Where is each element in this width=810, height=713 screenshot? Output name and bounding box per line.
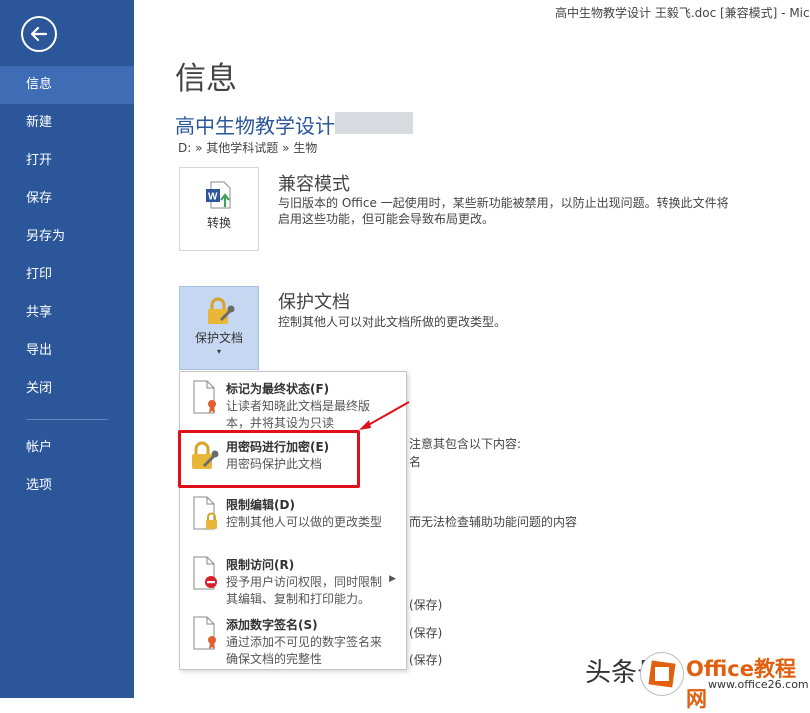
menu-item-desc: 通过添加不可见的数字签名来: [226, 635, 383, 649]
document-ribbon-icon: [193, 380, 216, 414]
nav-item-options[interactable]: 选项: [0, 467, 134, 505]
nav-item-save-as[interactable]: 另存为: [0, 218, 134, 256]
back-button[interactable]: [21, 16, 57, 52]
svg-text:W: W: [208, 192, 218, 203]
menu-item-title: 限制编辑(D): [226, 498, 295, 512]
protect-document-label: 保护文档: [194, 331, 243, 345]
inspect-text-2: 名: [409, 455, 422, 469]
version-text-1: (保存): [409, 598, 443, 612]
submenu-arrow-icon: ▶: [389, 574, 396, 584]
convert-button[interactable]: W 转换: [179, 167, 259, 251]
backstage-sidebar: 信息 新建 打开 保存 另存为 打印 共享 导出 关闭 帐户 选项: [0, 0, 134, 698]
nav-item-account[interactable]: 帐户: [0, 429, 134, 467]
document-path: D: » 其他学科试题 » 生物: [178, 141, 318, 155]
nav-item-close[interactable]: 关闭: [0, 370, 134, 408]
menu-item-add-digital-signature[interactable]: 添加数字签名(S) 通过添加不可见的数字签名来 确保文档的完整性: [180, 612, 406, 668]
convert-label: 转换: [206, 216, 231, 230]
back-arrow-icon: [30, 26, 48, 42]
menu-item-restrict-editing[interactable]: 限制编辑(D) 控制其他人可以做的更改类型: [180, 492, 406, 544]
menu-item-desc: 确保文档的完整性: [226, 652, 323, 666]
document-title: 高中生物教学设计: [175, 114, 335, 138]
menu-item-desc: 控制其他人可以做的更改类型: [226, 515, 383, 529]
document-lock-icon: [193, 496, 217, 530]
menu-item-restrict-access[interactable]: 限制访问(R) 授予用户访问权限，同时限制 其编辑、复制和打印能力。 ▶: [180, 552, 406, 610]
document-block-icon: [193, 556, 217, 590]
nav-item-share[interactable]: 共享: [0, 294, 134, 332]
page-title: 信息: [175, 61, 237, 97]
nav-item-open[interactable]: 打开: [0, 142, 134, 180]
inspect-text-1: 注意其包含以下内容:: [409, 437, 522, 451]
protect-document-button[interactable]: 保护文档 ▾: [179, 286, 259, 370]
watermark-logo: [640, 652, 684, 696]
lock-key-icon: [208, 297, 235, 324]
menu-item-title: 标记为最终状态(F): [226, 382, 330, 396]
protect-document-desc: 控制其他人可以对此文档所做的更改类型。: [278, 315, 507, 329]
menu-item-desc: 其编辑、复制和打印能力。: [226, 592, 371, 606]
nav-item-save[interactable]: 保存: [0, 180, 134, 218]
watermark-url: www.office26.com: [708, 678, 809, 691]
inspect-text-3: 而无法检查辅助功能问题的内容: [409, 515, 578, 529]
sidebar-divider: [26, 419, 108, 420]
annotation-arrow-icon: [359, 401, 410, 430]
redacted-name-blur: [335, 112, 413, 134]
document-ribbon-icon: [193, 616, 216, 650]
window-title: 高中生物教学设计 王毅飞.doc [兼容模式] - Mic: [555, 6, 810, 20]
word-convert-icon: W: [206, 181, 231, 209]
menu-item-desc: 授予用户访问权限，同时限制: [226, 575, 383, 589]
version-text-2: (保存): [409, 626, 443, 640]
nav-item-export[interactable]: 导出: [0, 332, 134, 370]
menu-item-title: 限制访问(R): [226, 558, 295, 572]
highlight-box: [178, 430, 360, 488]
menu-item-title: 添加数字签名(S): [226, 618, 318, 632]
nav-item-new[interactable]: 新建: [0, 104, 134, 142]
compat-mode-desc-2: 启用这些功能，但可能会导致布局更改。: [278, 212, 495, 226]
compat-mode-heading: 兼容模式: [278, 174, 350, 195]
menu-item-desc: 让读者知晓此文档是最终版: [226, 399, 371, 413]
nav-item-print[interactable]: 打印: [0, 256, 134, 294]
version-text-3: (保存): [409, 653, 443, 667]
nav-item-info[interactable]: 信息: [0, 66, 134, 104]
protect-document-heading: 保护文档: [278, 292, 350, 313]
dropdown-arrow-icon: ▾: [217, 347, 222, 356]
